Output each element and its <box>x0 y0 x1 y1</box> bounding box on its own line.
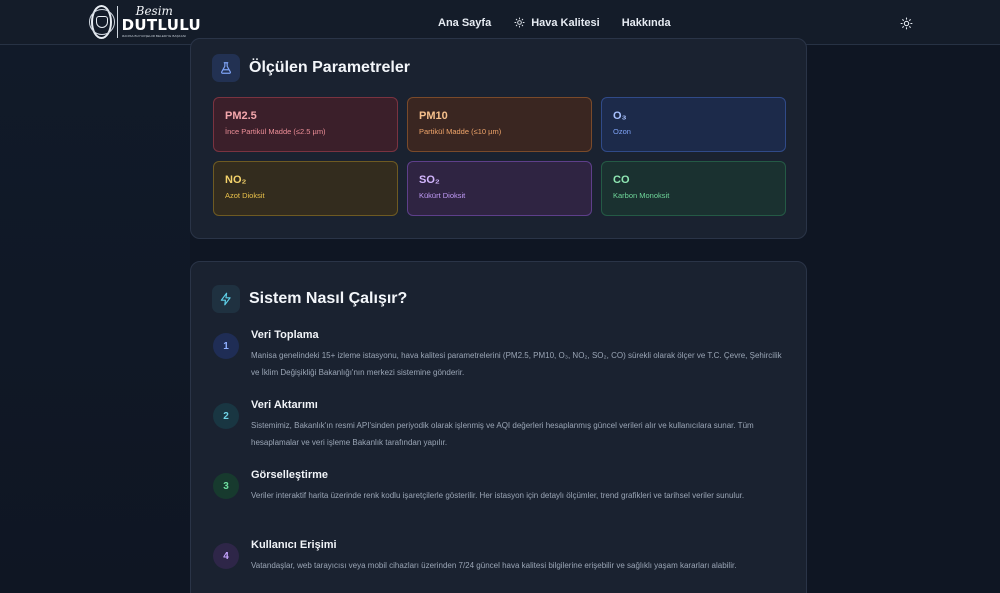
param-desc: Partikül Madde (≤10 µm) <box>419 127 502 136</box>
logo-text: Besim DUTLULU MANİSA BÜYÜKŞEHİR BELEDİYE… <box>122 5 201 39</box>
param-name: PM10 <box>419 110 448 122</box>
param-name: NO₂ <box>225 174 247 186</box>
how-it-works-card: Sistem Nasıl Çalışır? 1 Veri Toplama Man… <box>190 261 807 593</box>
sun-icon <box>900 17 912 29</box>
step-text: Manisa genelindeki 15+ izleme istasyonu,… <box>251 351 782 377</box>
page-background <box>0 45 190 593</box>
step-title: Veri Toplama <box>251 329 319 341</box>
municipality-seal-icon <box>88 5 115 39</box>
card-header: Sistem Nasıl Çalışır? <box>212 285 407 313</box>
step-number: 3 <box>213 473 239 499</box>
nav-home-link[interactable]: Ana Sayfa <box>438 17 491 29</box>
step-number: 1 <box>213 333 239 359</box>
param-desc: Azot Dioksit <box>225 191 265 200</box>
step-number: 4 <box>213 543 239 569</box>
nav-home-label: Ana Sayfa <box>438 16 492 29</box>
lightning-icon <box>212 285 240 313</box>
param-so2[interactable]: SO₂ Kükürt Dioksit <box>407 161 592 216</box>
card-title: Sistem Nasıl Çalışır? <box>249 290 408 307</box>
logo[interactable]: Besim DUTLULU MANİSA BÜYÜKŞEHİR BELEDİYE… <box>88 3 201 41</box>
param-name: CO <box>613 174 630 186</box>
theme-toggle-button[interactable] <box>896 13 916 33</box>
card-title: Ölçülen Parametreler <box>249 59 410 76</box>
param-desc: İnce Partikül Madde (≤2.5 µm) <box>225 127 326 136</box>
logo-divider <box>117 6 118 38</box>
param-co[interactable]: CO Karbon Monoksit <box>601 161 786 216</box>
step-title: Veri Aktarımı <box>251 399 318 411</box>
nav-about-label: Hakkında <box>621 16 671 29</box>
nav-air-quality-link[interactable]: Hava Kalitesi <box>514 16 600 29</box>
measured-parameters-card: Ölçülen Parametreler PM2.5 İnce Partikül… <box>190 38 807 239</box>
param-pm10[interactable]: PM10 Partikül Madde (≤10 µm) <box>407 97 592 152</box>
nav-air-quality-label: Hava Kalitesi <box>531 16 600 29</box>
param-name: O₃ <box>613 110 627 122</box>
step-number: 2 <box>213 403 239 429</box>
param-name: SO₂ <box>419 174 440 186</box>
step-text: Vatandaşlar, web tarayıcısı veya mobil c… <box>251 561 737 570</box>
step-text: Sistemimiz, Bakanlık'ın resmi API'sinden… <box>251 421 754 447</box>
sun-icon <box>514 17 525 28</box>
param-pm25[interactable]: PM2.5 İnce Partikül Madde (≤2.5 µm) <box>213 97 398 152</box>
card-header: Ölçülen Parametreler <box>212 54 410 82</box>
param-desc: Kükürt Dioksit <box>419 191 466 200</box>
logo-main-name: DUTLULU <box>121 16 201 34</box>
step-title: Kullanıcı Erişimi <box>251 539 337 551</box>
param-desc: Karbon Monoksit <box>613 191 670 200</box>
logo-subtitle: MANİSA BÜYÜKŞEHİR BELEDİYE BAŞKANI <box>121 35 186 38</box>
param-no2[interactable]: NO₂ Azot Dioksit <box>213 161 398 216</box>
step-title: Görselleştirme <box>251 469 329 481</box>
param-name: PM2.5 <box>225 110 257 122</box>
flask-icon <box>212 54 240 82</box>
step-text: Veriler interaktif harita üzerinde renk … <box>251 491 745 500</box>
nav-about-link[interactable]: Hakkında <box>622 17 671 29</box>
param-o3[interactable]: O₃ Ozon <box>601 97 786 152</box>
param-desc: Ozon <box>613 127 631 136</box>
